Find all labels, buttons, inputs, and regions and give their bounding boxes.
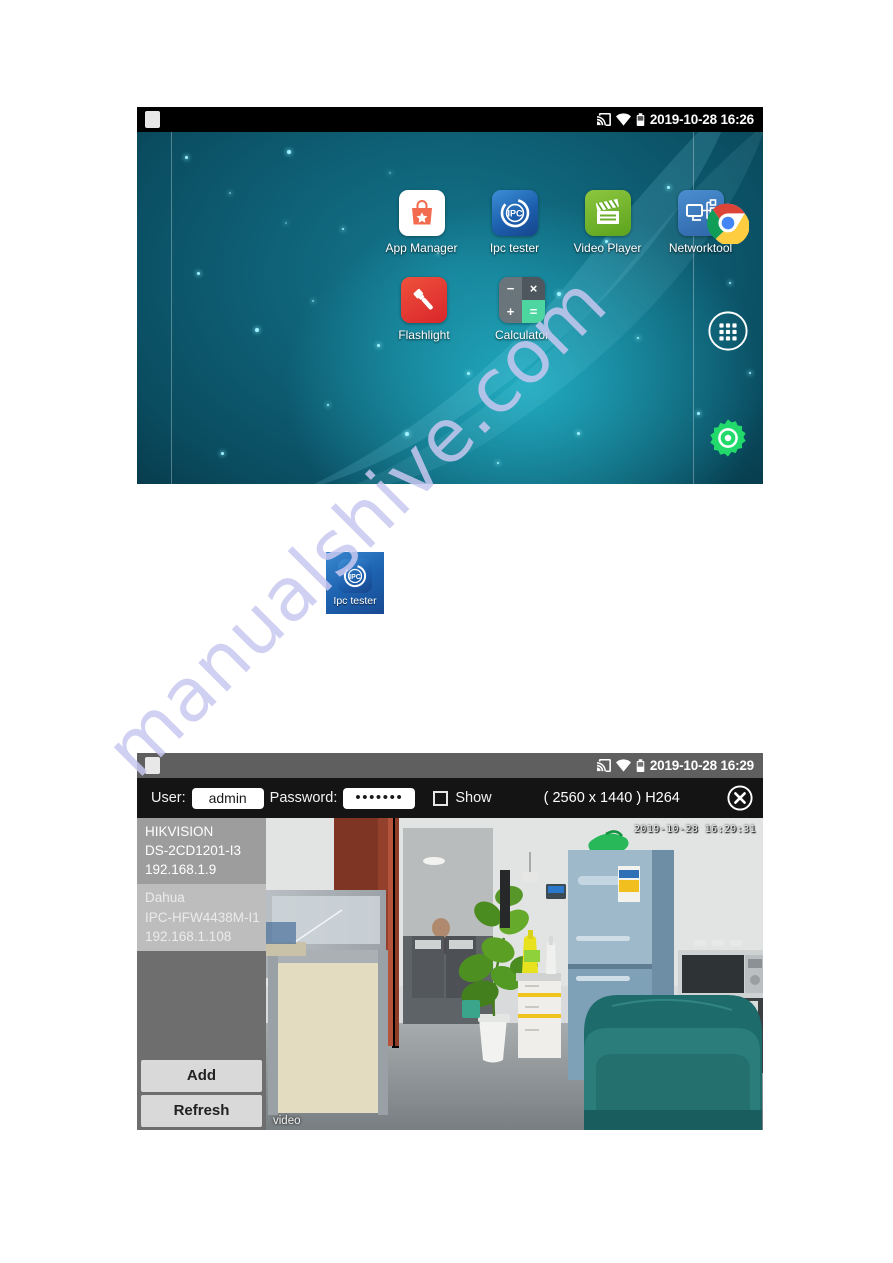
ipc-badge-text: IPC — [507, 209, 523, 219]
add-device-button[interactable]: Add — [141, 1060, 262, 1092]
ipc-status-clock: 2019-10-28 16:29 — [649, 757, 754, 773]
status-bar-app-indicator-icon — [145, 111, 160, 128]
wifi-icon — [615, 113, 631, 126]
video-osd-timestamp: 2019-10-28 16:29:31 — [634, 824, 756, 835]
battery-icon — [636, 758, 645, 772]
stream-resolution-text: ( 2560 x 1440 ) H264 — [543, 790, 680, 806]
ipc-tester-icon-sample[interactable]: IPC Ipc tester — [326, 552, 384, 614]
device-list-item[interactable]: HIKVISION DS-2CD1201-I3 192.168.1.9 — [137, 818, 266, 885]
app-manager-icon — [398, 190, 445, 236]
settings-gear-icon[interactable] — [707, 417, 749, 459]
wifi-icon — [615, 759, 631, 772]
device-list-panel: HIKVISION DS-2CD1201-I3 192.168.1.9 Dahu… — [137, 818, 266, 1130]
live-video-frame — [266, 818, 763, 1130]
ipc-tester-icon: IPC — [338, 559, 372, 593]
device-list-empty-area — [137, 950, 266, 1060]
device-list-item[interactable]: Dahua IPC-HFW4438M-I1 192.168.1.108 — [137, 884, 266, 951]
ipc-main-body: HIKVISION DS-2CD1201-I3 192.168.1.9 Dahu… — [137, 818, 763, 1130]
home-screen-screenshot: 2019-10-28 16:26 App Manager IPC Ipc tes… — [137, 107, 763, 484]
app-icon-grid: App Manager IPC Ipc tester Video Player … — [375, 190, 747, 342]
app-label: Flashlight — [398, 328, 450, 342]
chrome-icon[interactable] — [707, 202, 750, 246]
close-circle-icon[interactable] — [727, 785, 753, 811]
app-label: Video Player — [573, 241, 642, 255]
calc-times-key: × — [522, 277, 545, 300]
app-label: App Manager — [385, 241, 458, 255]
flashlight-icon — [401, 277, 447, 323]
battery-icon — [636, 112, 645, 126]
status-bar-app-indicator-icon — [145, 757, 160, 774]
app-icon-calculator[interactable]: − × + = Calculator — [473, 277, 571, 342]
refresh-devices-button[interactable]: Refresh — [141, 1095, 262, 1127]
password-label: Password: — [269, 790, 338, 806]
ipc-tester-icon-sample-label: Ipc tester — [333, 595, 377, 607]
app-drawer-icon[interactable] — [707, 310, 749, 352]
app-icon-app-manager[interactable]: App Manager — [375, 190, 468, 255]
home-wallpaper: App Manager IPC Ipc tester Video Player … — [137, 132, 763, 484]
show-password-checkbox[interactable] — [433, 790, 449, 806]
app-icon-ipc-tester[interactable]: IPC Ipc tester — [468, 190, 561, 255]
device-ip: 192.168.1.9 — [145, 862, 217, 878]
device-vendor: HIKVISION — [145, 824, 214, 839]
ipc-tester-app-screenshot: 2019-10-28 16:29 User: admin Password: •… — [137, 753, 763, 1130]
device-vendor: Dahua — [145, 890, 185, 906]
ipc-tester-icon: IPC — [491, 190, 538, 236]
show-password-label: Show — [455, 790, 492, 806]
app-icon-video-player[interactable]: Video Player — [561, 190, 654, 255]
svg-text:IPC: IPC — [349, 574, 361, 581]
home-status-clock: 2019-10-28 16:26 — [649, 111, 754, 127]
calc-minus-key: − — [499, 277, 522, 300]
calc-equals-key: = — [522, 300, 545, 323]
status-bar-right-group: 2019-10-28 16:29 — [596, 759, 754, 773]
video-osd-label: video — [273, 1115, 301, 1127]
app-label: Calculator — [494, 328, 550, 342]
cast-icon — [596, 759, 611, 772]
wallpaper-divider-left — [171, 132, 172, 484]
live-video-pane[interactable]: 2019-10-28 16:29:31 video — [266, 818, 763, 1130]
credentials-toolbar: User: admin Password: ••••••• Show ( 256… — [137, 778, 763, 818]
app-label: Ipc tester — [489, 241, 540, 255]
user-label: User: — [151, 790, 186, 806]
video-player-icon — [584, 190, 631, 236]
status-bar-right-group: 2019-10-28 16:26 — [596, 113, 754, 127]
app-icon-flashlight[interactable]: Flashlight — [375, 277, 473, 342]
calc-plus-key: + — [499, 300, 522, 323]
app-row-2: Flashlight − × + = Calculator — [375, 277, 747, 342]
app-row-1: App Manager IPC Ipc tester Video Player … — [375, 190, 747, 255]
user-input[interactable]: admin — [191, 787, 264, 809]
ipc-status-bar: 2019-10-28 16:29 — [137, 753, 763, 778]
calculator-icon: − × + = — [499, 277, 545, 323]
password-input[interactable]: ••••••• — [343, 787, 416, 809]
device-model: DS-2CD1201-I3 — [145, 843, 242, 859]
home-status-bar: 2019-10-28 16:26 — [137, 107, 763, 132]
device-ip: 192.168.1.108 — [145, 928, 232, 944]
cast-icon — [596, 113, 611, 126]
device-model: IPC-HFW4438M-I1 — [145, 909, 260, 925]
